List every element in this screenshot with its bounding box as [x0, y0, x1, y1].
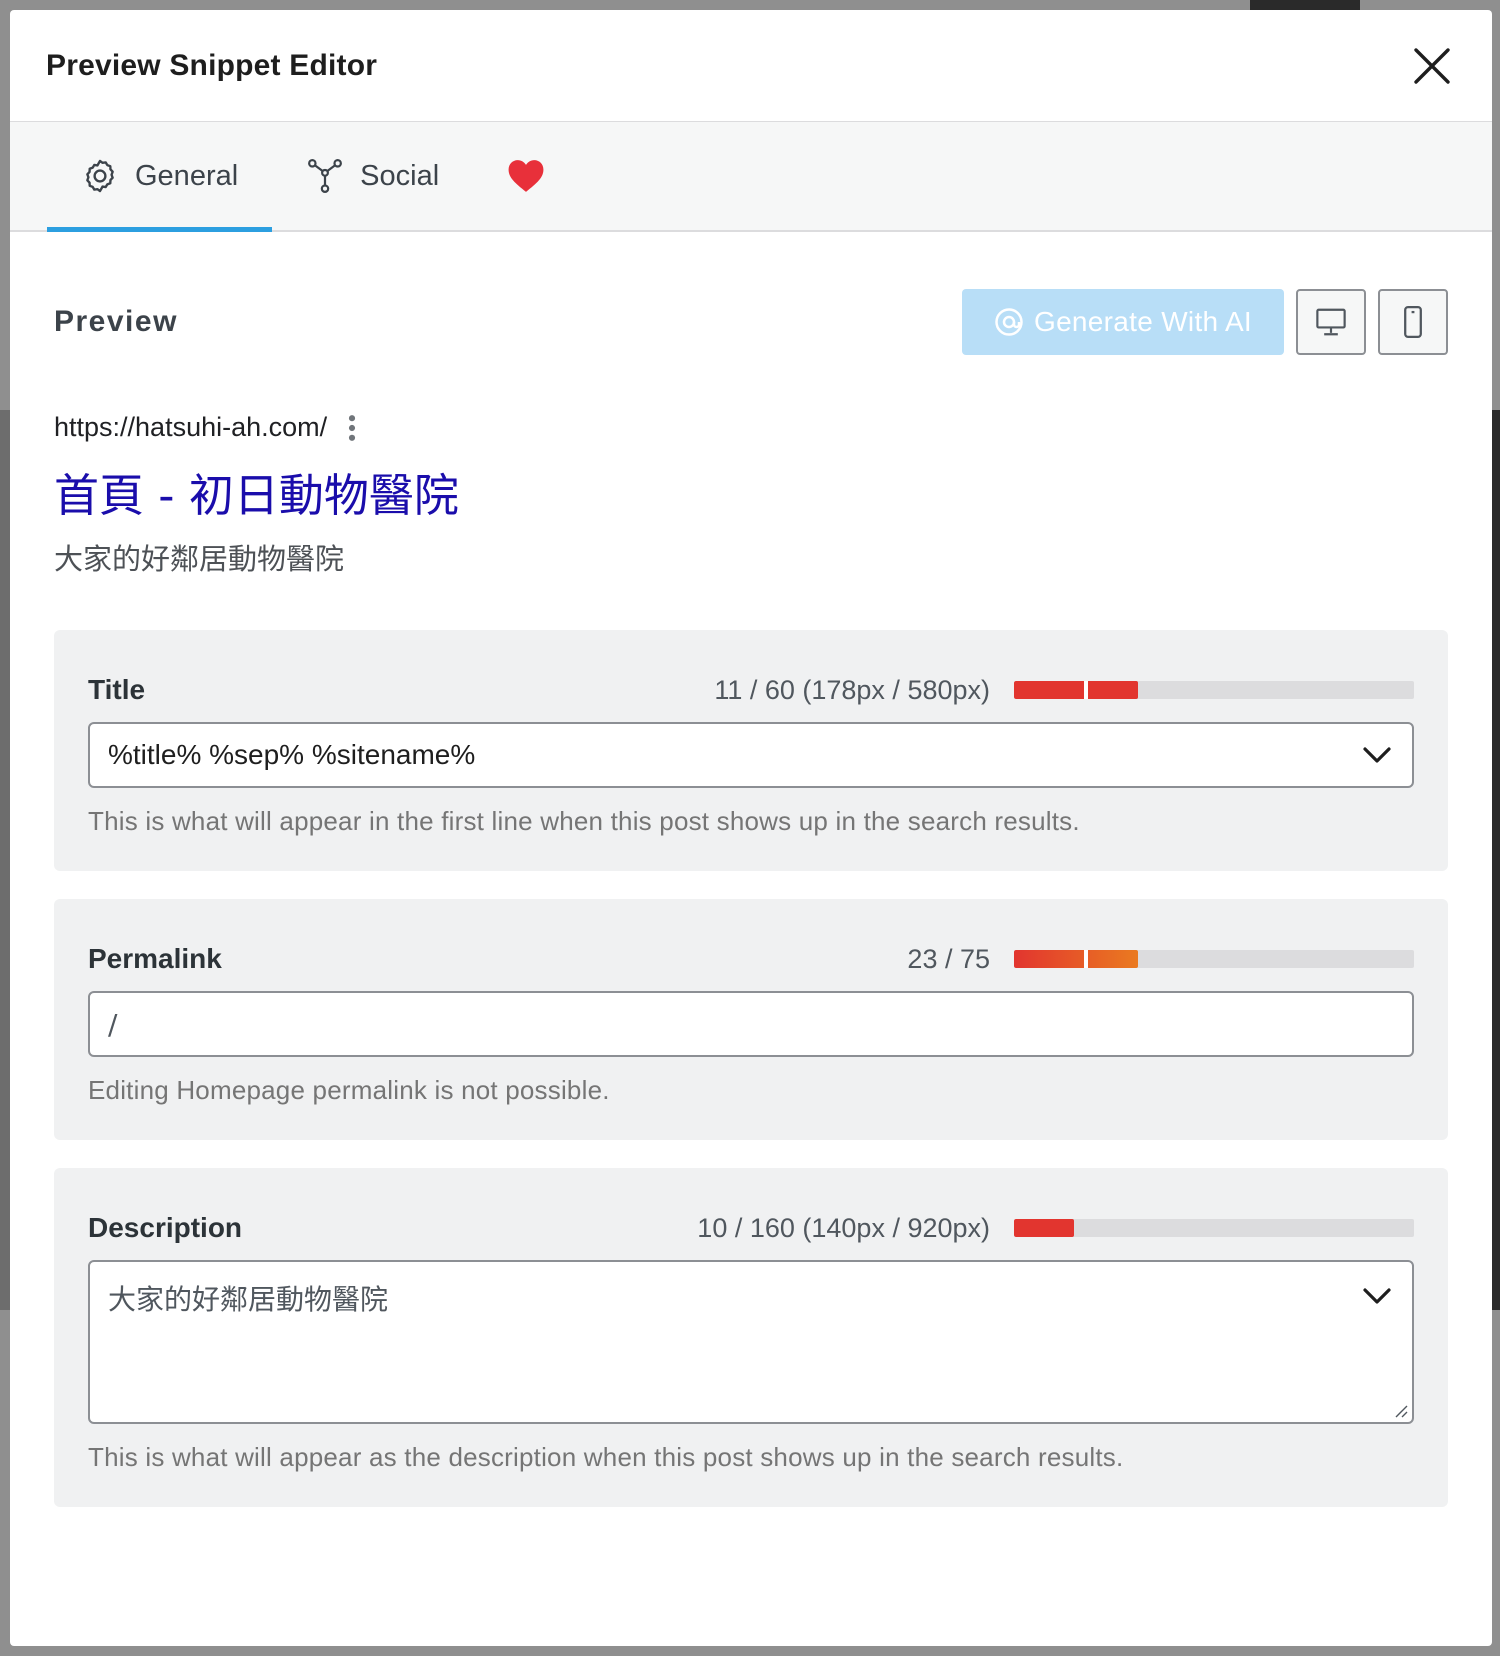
field-head: Permalink 23 / 75: [88, 943, 1414, 975]
title-input-value: %title% %sep% %sitename%: [108, 739, 476, 770]
tab-bar: General Social: [10, 122, 1492, 232]
title-field-box: Title 11 / 60 (178px / 580px) %title% %s…: [54, 630, 1448, 871]
title-length-meter: 11 / 60 (178px / 580px): [714, 675, 1414, 706]
chevron-down-icon[interactable]: [1362, 1286, 1392, 1306]
generate-with-ai-button[interactable]: Generate With AI: [962, 289, 1284, 355]
chevron-down-icon[interactable]: [1362, 745, 1392, 765]
preview-heading: Preview: [54, 305, 178, 338]
desktop-icon: [1316, 308, 1346, 336]
tab-label: General: [135, 159, 239, 192]
serp-url: https://hatsuhi-ah.com/: [54, 412, 328, 442]
permalink-field-box: Permalink 23 / 75 / Editing Homepage per…: [54, 899, 1448, 1140]
heart-icon: [507, 158, 545, 194]
resize-handle-icon[interactable]: [1392, 1402, 1408, 1418]
permalink-length-meter: 23 / 75: [907, 944, 1414, 975]
serp-title: 首頁 - 初日動物醫院: [54, 469, 459, 522]
close-icon: [1414, 47, 1450, 84]
title-help-text: This is what will appear in the first li…: [88, 806, 1080, 836]
title-progress-bar: [1014, 681, 1414, 699]
backdrop-strip: [0, 410, 10, 1310]
backdrop-strip: [1250, 0, 1360, 10]
title-meter-text: 11 / 60 (178px / 580px): [714, 674, 990, 705]
meter-segment-gap: [1084, 681, 1088, 699]
share-nodes-icon: [306, 157, 344, 195]
modal-title: Preview Snippet Editor: [46, 48, 378, 82]
permalink-progress-fill: [1014, 950, 1138, 968]
description-progress-fill: [1014, 1219, 1074, 1237]
tab-general[interactable]: General: [47, 122, 273, 232]
tab-label: Social: [360, 159, 440, 192]
description-progress-bar: [1014, 1219, 1414, 1237]
title-progress-fill: [1014, 681, 1138, 699]
ai-icon: [995, 308, 1023, 336]
description-length-meter: 10 / 160 (140px / 920px): [697, 1213, 1414, 1244]
description-help-text: This is what will appear as the descript…: [88, 1442, 1124, 1472]
serp-description: 大家的好鄰居動物醫院: [54, 542, 345, 576]
mobile-preview-button[interactable]: [1378, 289, 1448, 355]
field-head: Title 11 / 60 (178px / 580px): [88, 674, 1414, 706]
meter-segment-gap: [1084, 950, 1088, 968]
close-button[interactable]: [1408, 42, 1456, 90]
serp-url-row: https://hatsuhi-ah.com/: [54, 412, 1448, 443]
general-panel: Preview Generate With AI https://hatsuhi…: [10, 232, 1492, 1507]
title-input[interactable]: %title% %sep% %sitename%: [88, 722, 1414, 788]
desktop-preview-button[interactable]: [1296, 289, 1366, 355]
description-textarea[interactable]: 大家的好鄰居動物醫院: [88, 1260, 1414, 1424]
description-label: Description: [88, 1212, 243, 1243]
field-head: Description 10 / 160 (140px / 920px): [88, 1212, 1414, 1244]
description-field-box: Description 10 / 160 (140px / 920px) 大家的…: [54, 1168, 1448, 1507]
description-meter-text: 10 / 160 (140px / 920px): [697, 1212, 990, 1243]
preview-toolbar: Preview Generate With AI: [54, 232, 1448, 402]
permalink-input-value: /: [108, 1007, 118, 1041]
more-vertical-icon: [349, 414, 356, 441]
permalink-help-text: Editing Homepage permalink is not possib…: [88, 1075, 610, 1105]
preview-actions: Generate With AI: [962, 289, 1448, 355]
title-label: Title: [88, 674, 146, 705]
permalink-label: Permalink: [88, 943, 222, 974]
gear-icon: [81, 157, 119, 195]
description-input-value: 大家的好鄰居動物醫院: [108, 1283, 389, 1316]
permalink-meter-text: 23 / 75: [907, 943, 990, 974]
permalink-input[interactable]: /: [88, 991, 1414, 1057]
tab-social[interactable]: Social: [272, 122, 473, 230]
mobile-icon: [1404, 305, 1422, 339]
tab-favorite[interactable]: [473, 122, 579, 230]
permalink-progress-bar: [1014, 950, 1414, 968]
ai-button-label: Generate With AI: [1033, 306, 1252, 337]
modal-header: Preview Snippet Editor: [10, 10, 1492, 122]
serp-preview: https://hatsuhi-ah.com/ 首頁 - 初日動物醫院 大家的好…: [54, 402, 1448, 630]
snippet-editor-modal: Preview Snippet Editor General Social Pr…: [10, 10, 1492, 1646]
